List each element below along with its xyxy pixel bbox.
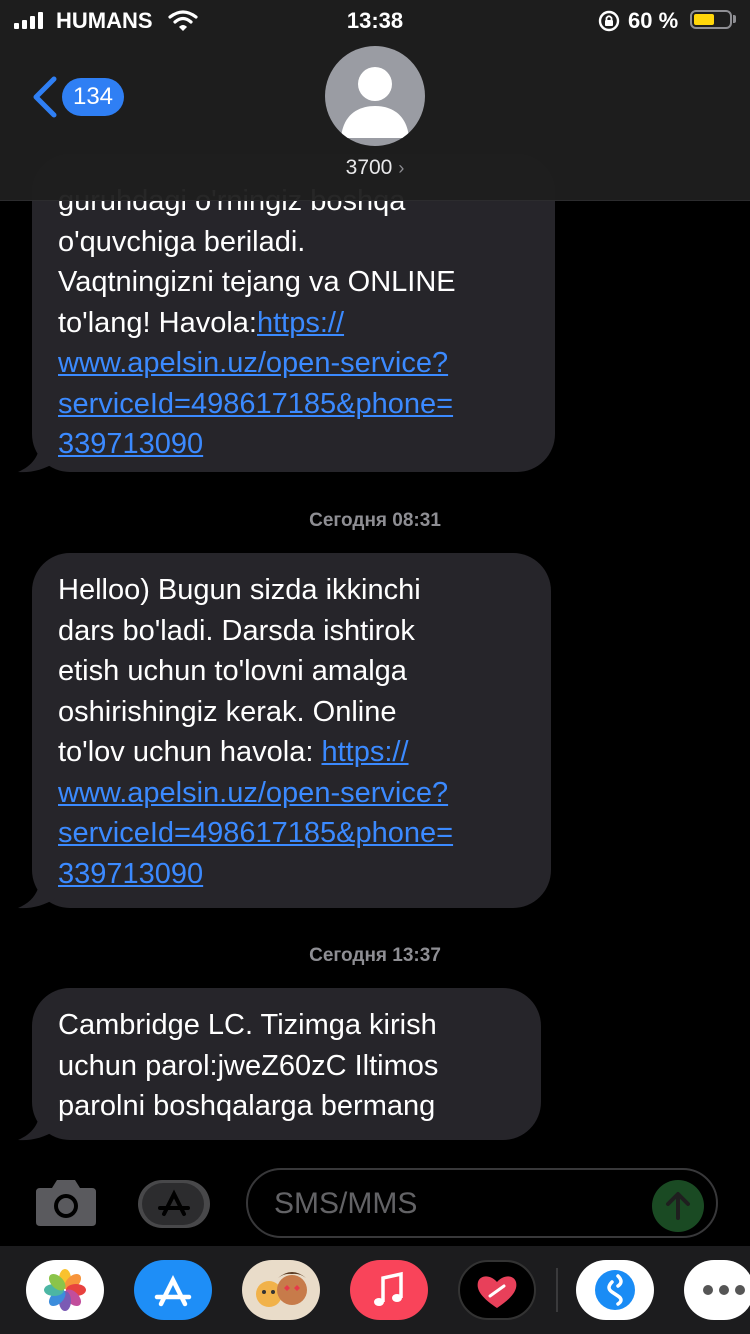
bubble-tail [18, 440, 56, 473]
arrow-up-icon [666, 1192, 690, 1220]
message-link[interactable]: www.apelsin.uz/open-service? [58, 347, 448, 379]
contact-name[interactable]: 3700 › [0, 156, 750, 180]
photos-app-icon[interactable] [26, 1260, 104, 1320]
shazam-app-icon[interactable] [576, 1260, 654, 1320]
messages-screen: guruhdagi o'rningiz boshqa o'quvchiga be… [0, 0, 750, 1334]
message-link[interactable]: https:// [257, 307, 344, 339]
more-apps-icon[interactable] [684, 1260, 750, 1320]
message-text: Cambridge LC. Tizimga kirish uchun parol… [58, 1009, 439, 1122]
app-store-icon[interactable] [138, 1180, 214, 1228]
message-bubble-3[interactable]: Cambridge LC. Tizimga kirish uchun parol… [32, 988, 541, 1140]
message-timestamp: Сегодня 13:37 [309, 945, 441, 966]
message-bubble-1[interactable]: guruhdagi o'rningiz boshqa o'quvchiga be… [32, 154, 555, 472]
message-link[interactable]: serviceId=498617185&phone= [58, 817, 453, 849]
message-input-placeholder: SMS/MMS [274, 1187, 418, 1220]
back-unread-badge[interactable]: 134 [62, 78, 124, 116]
camera-icon[interactable] [34, 1176, 98, 1228]
chevron-right-icon: › [398, 158, 405, 178]
bubble-tail [18, 876, 56, 909]
message-input-field[interactable]: SMS/MMS [246, 1168, 718, 1238]
message-timestamp: Сегодня 08:31 [309, 510, 441, 531]
app-store-app-icon[interactable] [134, 1260, 212, 1320]
status-bar: HUMANS 13:38 60 % [0, 0, 750, 40]
message-link[interactable]: 339713090 [58, 428, 203, 460]
avatar[interactable] [325, 46, 425, 146]
imessage-app-drawer [0, 1246, 750, 1334]
message-link[interactable]: https:// [322, 736, 409, 768]
digital-touch-app-icon[interactable] [458, 1260, 536, 1320]
battery-icon [690, 10, 732, 29]
rotation-lock-icon [598, 10, 620, 32]
bubble-tail [18, 1108, 56, 1141]
message-bubble-2[interactable]: Helloo) Bugun sizda ikkinchi dars bo'lad… [32, 553, 551, 908]
message-link[interactable]: 339713090 [58, 858, 203, 890]
send-button[interactable] [652, 1180, 704, 1232]
message-link[interactable]: serviceId=498617185&phone= [58, 388, 453, 420]
battery-percentage: 60 % [628, 8, 679, 33]
person-icon [341, 67, 409, 138]
message-link[interactable]: www.apelsin.uz/open-service? [58, 777, 448, 809]
memoji-app-icon[interactable] [242, 1260, 320, 1320]
message-text: guruhdagi o'rningiz boshqa o'quvchiga be… [58, 185, 456, 460]
battery-tip [733, 15, 736, 23]
chevron-left-icon[interactable] [30, 76, 60, 118]
drawer-divider [556, 1268, 558, 1312]
music-app-icon[interactable] [350, 1260, 428, 1320]
message-text: Helloo) Bugun sizda ikkinchi dars bo'lad… [58, 574, 454, 890]
